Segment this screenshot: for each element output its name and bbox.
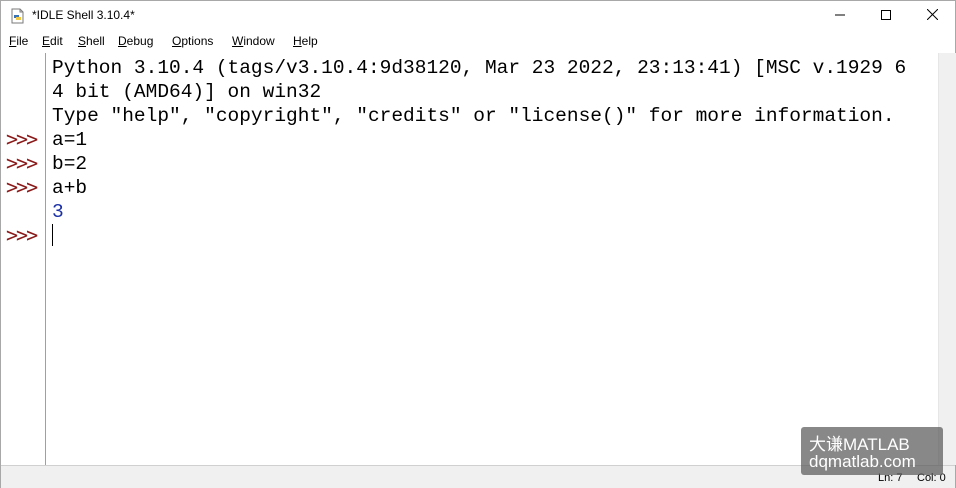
menu-bar: File Edit Shell Debug Options Window Hel…: [1, 31, 955, 51]
gutter-divider: [45, 53, 46, 465]
prompt-marker: >>>: [6, 175, 38, 199]
input-line: a=1: [52, 129, 88, 151]
input-line: a+b: [52, 177, 88, 199]
menu-edit[interactable]: Edit: [42, 34, 63, 48]
minimize-button[interactable]: [817, 1, 863, 31]
prompt-gutter: >>> >>> >>> >>>: [1, 53, 45, 465]
menu-debug[interactable]: Debug: [118, 34, 153, 48]
menu-shell[interactable]: Shell: [78, 34, 105, 48]
idle-shell-window: *IDLE Shell 3.10.4* File Edit Shell Debu…: [0, 0, 956, 488]
close-button[interactable]: [909, 1, 955, 31]
prompt-marker: >>>: [6, 151, 38, 175]
window-title: *IDLE Shell 3.10.4*: [32, 8, 135, 22]
banner-line: 4 bit (AMD64)] on win32: [52, 81, 322, 103]
idle-app-icon: [10, 8, 25, 24]
output-line: 3: [52, 201, 64, 223]
title-bar[interactable]: *IDLE Shell 3.10.4*: [1, 1, 955, 31]
banner-line: Type "help", "copyright", "credits" or "…: [52, 105, 895, 127]
banner-line: Python 3.10.4 (tags/v3.10.4:9d38120, Mar…: [52, 57, 907, 79]
watermark-url: dqmatlab.com: [809, 452, 916, 471]
shell-text-area[interactable]: Python 3.10.4 (tags/v3.10.4:9d38120, Mar…: [52, 56, 932, 464]
maximize-button[interactable]: [863, 1, 909, 31]
prompt-marker: >>>: [6, 223, 38, 247]
maximize-icon: [881, 7, 891, 25]
menu-help[interactable]: Help: [293, 34, 318, 48]
menu-options[interactable]: Options: [172, 34, 213, 48]
menu-file[interactable]: File: [9, 34, 28, 48]
text-cursor: [52, 224, 53, 246]
close-icon: [926, 7, 938, 25]
minimize-icon: [835, 7, 845, 25]
vertical-scrollbar[interactable]: [938, 53, 956, 465]
watermark: 大谦MATLAB dqmatlab.com: [801, 427, 943, 475]
menu-window[interactable]: Window: [232, 34, 275, 48]
input-line: b=2: [52, 153, 88, 175]
prompt-marker: >>>: [6, 127, 38, 151]
